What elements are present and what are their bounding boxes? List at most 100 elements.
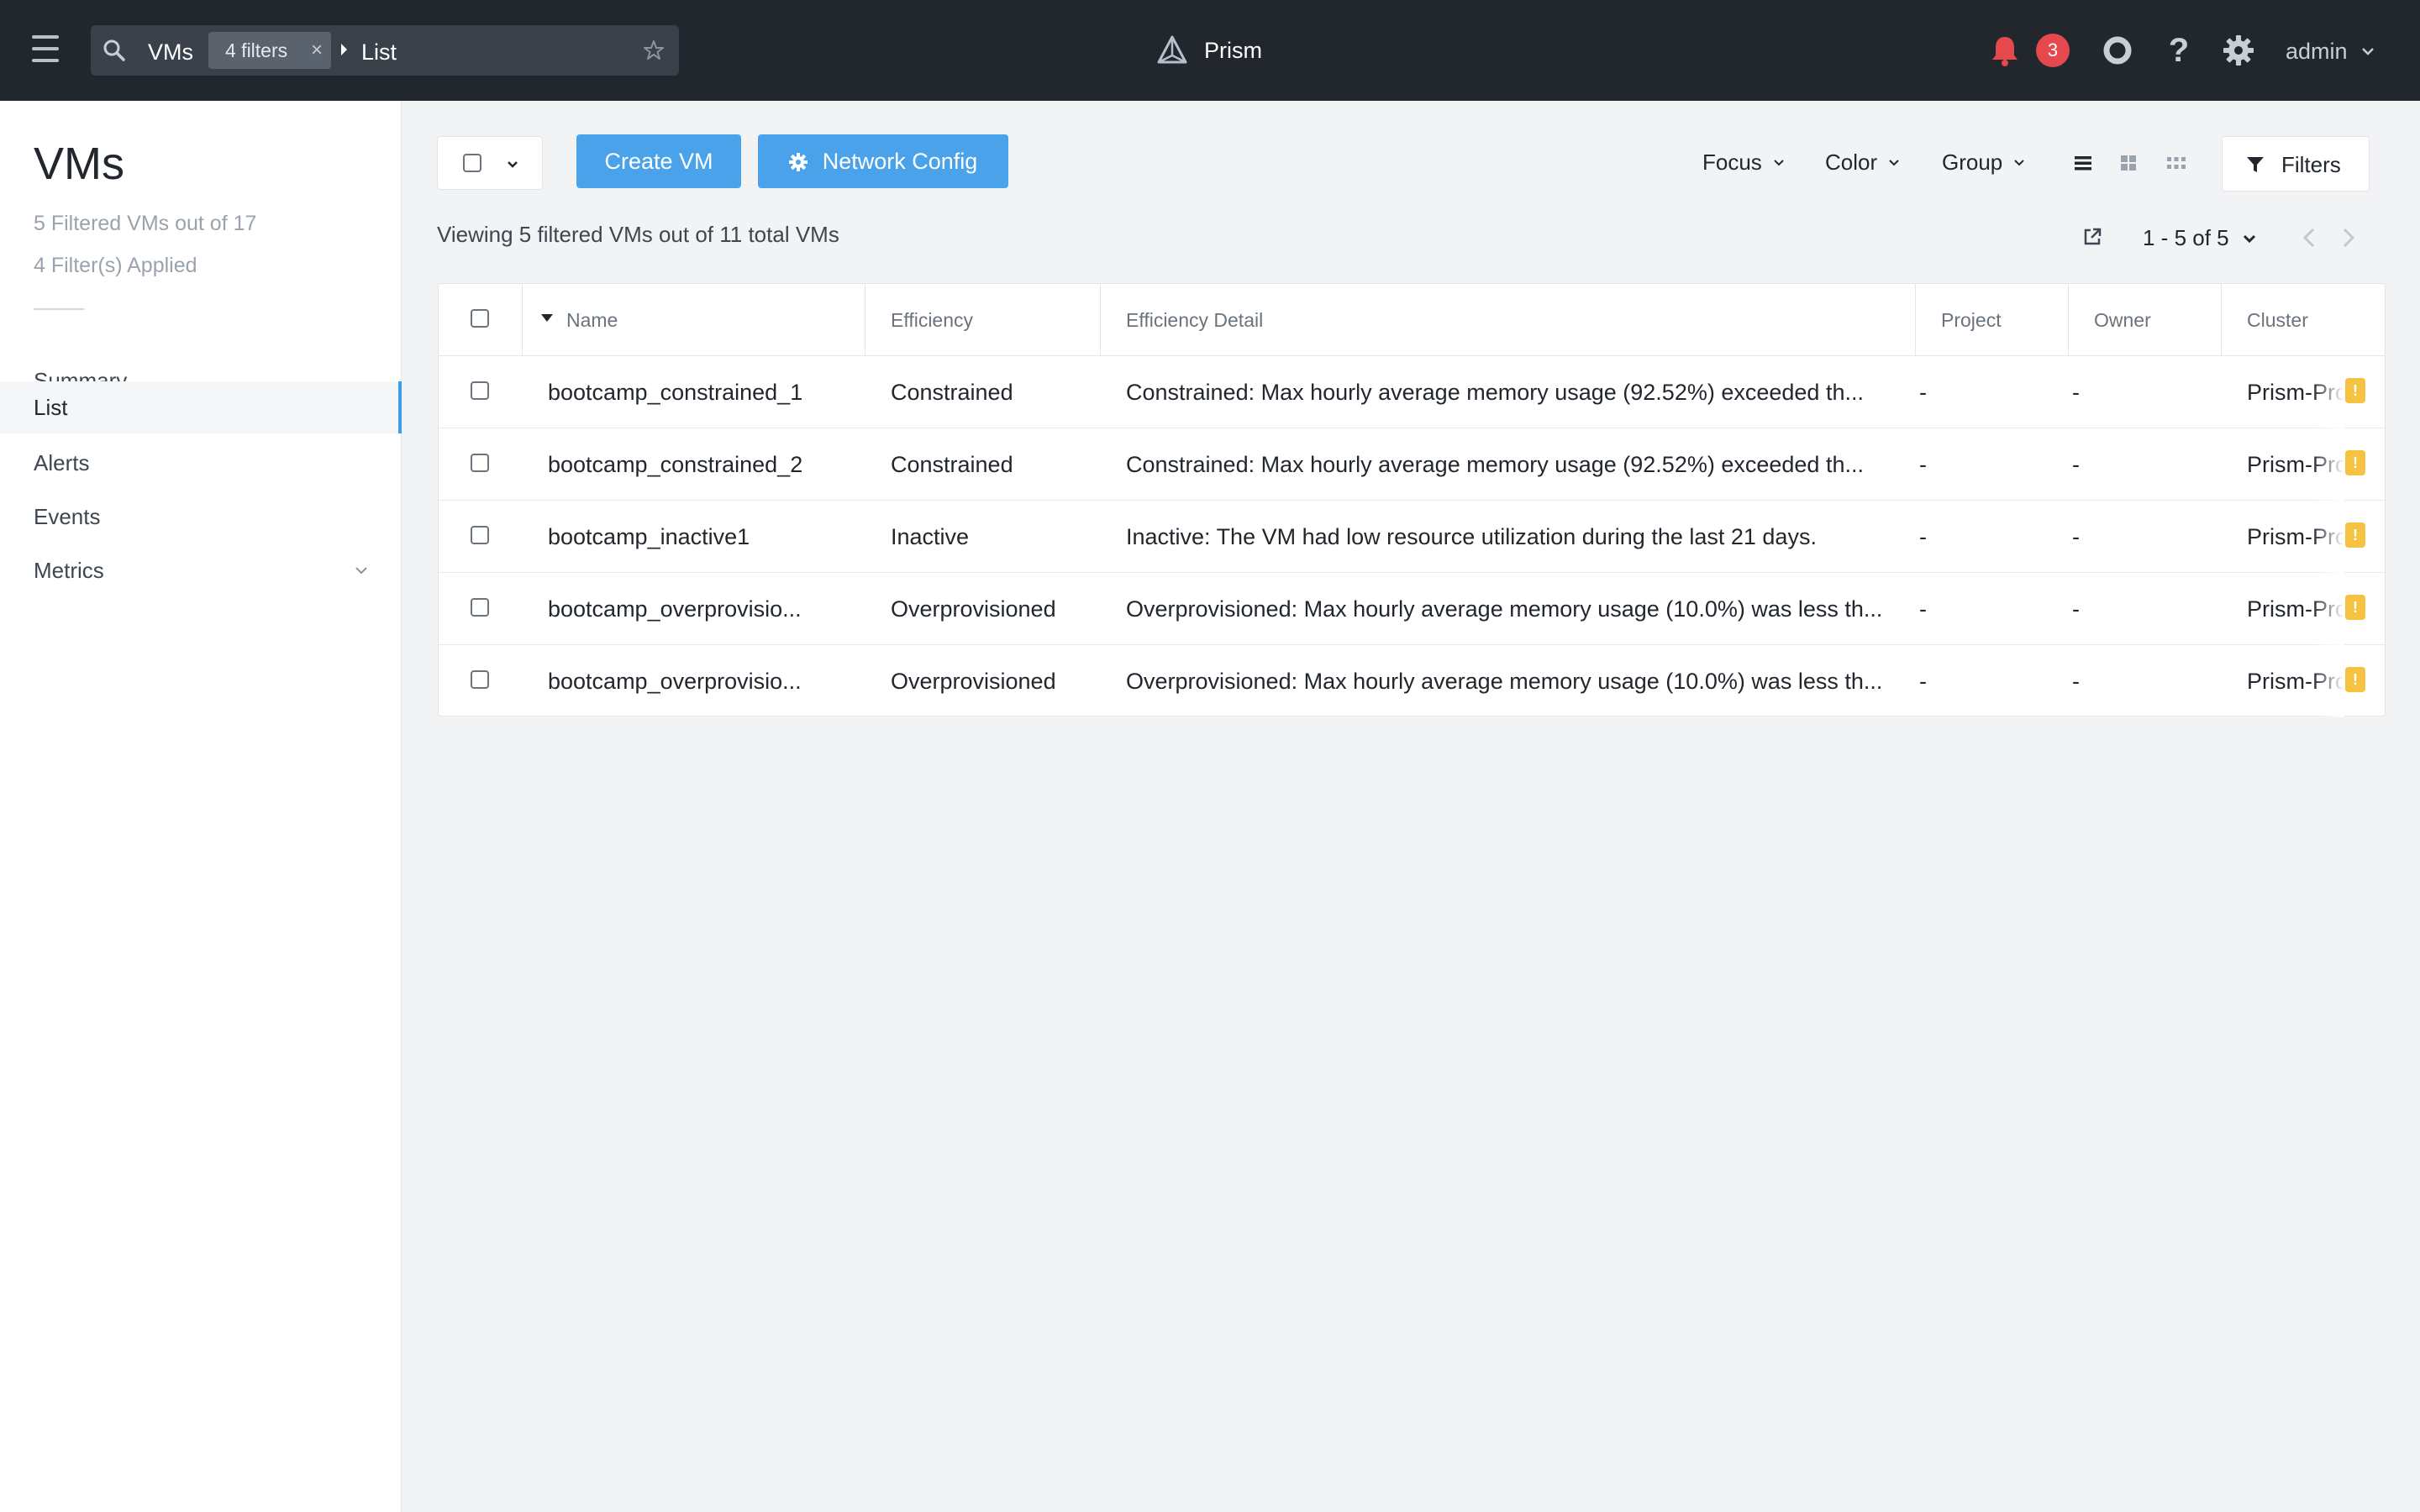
row-checkbox[interactable] (471, 526, 489, 544)
efficiency-cell: Inactive (891, 524, 970, 549)
breadcrumb-scope[interactable]: VMs (148, 39, 193, 66)
vm-table: Name Efficiency Efficiency Detail Projec… (438, 283, 2386, 717)
sidebar: VMs 5 Filtered VMs out of 17 4 Filter(s)… (0, 101, 402, 1512)
sidebar-item-metrics[interactable]: Metrics (0, 544, 402, 596)
owner-cell: - (2072, 524, 2080, 549)
row-checkbox[interactable] (471, 598, 489, 617)
table-row[interactable]: bootcamp_constrained_2 Constrained Constra… (439, 428, 2385, 501)
efficiency-detail-cell: Overprovisioned: Max hourly average memo… (1126, 669, 1883, 694)
efficiency-detail-cell: Constrained: Max hourly average memory u… (1126, 380, 1864, 405)
vm-name-cell[interactable]: bootcamp_inactive1 (548, 501, 859, 573)
color-dropdown[interactable]: Color (1825, 150, 1899, 176)
sidebar-item-alerts[interactable]: Alerts (0, 437, 402, 489)
warning-icon[interactable]: ! (2345, 522, 2365, 548)
cluster-overflow-fade (2312, 356, 2344, 428)
efficiency-cell: Constrained (891, 380, 1013, 405)
search-icon (103, 39, 125, 61)
next-page-icon[interactable] (2340, 227, 2357, 249)
user-name: admin (2286, 38, 2348, 64)
group-dropdown[interactable]: Group (1942, 150, 2024, 176)
prism-logo (1157, 35, 1187, 64)
table-row[interactable]: bootcamp_constrained_1 Constrained Constra… (439, 356, 2385, 428)
breadcrumb-view[interactable]: List (361, 39, 397, 66)
ring-icon[interactable] (2102, 35, 2133, 66)
filter-chip-close-icon[interactable]: × (311, 32, 323, 69)
bulk-select-dropdown[interactable] (437, 136, 543, 190)
vm-name-cell[interactable]: bootcamp_constrained_2 (548, 428, 859, 501)
row-select-cell (439, 573, 523, 645)
hamburger-menu-icon[interactable] (32, 35, 59, 62)
sidebar-item-events[interactable]: Events (0, 491, 402, 543)
column-header-label: Efficiency Detail (1126, 309, 1264, 331)
create-vm-button[interactable]: Create VM (576, 134, 741, 188)
cluster-overflow-fade (2312, 573, 2344, 645)
export-icon[interactable] (2082, 227, 2102, 247)
table-row[interactable]: bootcamp_inactive1 Inactive Inactive: The … (439, 501, 2385, 573)
warning-icon[interactable]: ! (2345, 595, 2365, 620)
efficiency-detail-cell: Inactive: The VM had low resource utiliz… (1126, 524, 1817, 549)
top-navigation-bar: VMs 4 filters × List Prism 3 ? admin (0, 0, 2420, 101)
warning-icon[interactable]: ! (2345, 378, 2365, 403)
network-config-label: Network Config (822, 149, 978, 174)
column-header-cluster[interactable]: Cluster (2222, 284, 2386, 356)
project-cell: - (1919, 380, 1927, 405)
chevron-down-icon (1774, 159, 1784, 165)
column-header-label: Cluster (2247, 309, 2308, 331)
warning-icon[interactable]: ! (2345, 450, 2365, 475)
chevron-down-icon (508, 161, 518, 168)
chevron-down-icon (2014, 159, 2024, 165)
star-icon[interactable] (642, 39, 666, 62)
project-cell: - (1919, 452, 1927, 477)
column-header-project[interactable]: Project (1916, 284, 2069, 356)
filters-button[interactable]: Filters (2222, 136, 2370, 192)
table-row[interactable]: bootcamp_overprovisio... Overprovisioned O… (439, 645, 2385, 717)
vm-name-cell[interactable]: bootcamp_constrained_1 (548, 356, 859, 428)
filter-chip[interactable]: 4 filters × (208, 32, 331, 69)
column-header-name[interactable]: Name (523, 284, 865, 356)
warning-icon[interactable]: ! (2345, 667, 2365, 692)
column-header-label: Owner (2094, 309, 2151, 331)
sidebar-item-label: List (34, 395, 68, 420)
efficiency-cell: Overprovisioned (891, 669, 1056, 694)
gear-icon[interactable] (2222, 34, 2255, 67)
column-header-label: Name (566, 309, 618, 331)
sidebar-item-list[interactable]: List (0, 381, 402, 433)
bell-icon[interactable] (1990, 34, 2020, 67)
grid-view-icon[interactable] (2166, 153, 2186, 173)
user-menu[interactable]: admin (2286, 34, 2375, 69)
project-cell: - (1919, 596, 1927, 622)
chevron-down-icon (1889, 159, 1899, 165)
network-config-button[interactable]: Network Config (758, 134, 1008, 188)
pagination-text: 1 - 5 of 5 (2143, 225, 2229, 250)
chevron-down-icon (355, 567, 367, 575)
owner-cell: - (2072, 669, 2080, 694)
focus-dropdown[interactable]: Focus (1702, 150, 1784, 176)
alert-count-badge[interactable]: 3 (2036, 34, 2070, 67)
focus-label: Focus (1702, 150, 1762, 175)
row-checkbox[interactable] (471, 670, 489, 689)
sort-descending-icon (541, 314, 553, 322)
column-header-owner[interactable]: Owner (2069, 284, 2222, 356)
previous-page-icon[interactable] (2301, 227, 2317, 249)
column-header-label: Project (1941, 309, 2002, 331)
header-checkbox[interactable] (471, 309, 489, 328)
search-breadcrumb-bar[interactable]: VMs 4 filters × List (91, 25, 679, 76)
tile-view-icon[interactable] (2118, 153, 2139, 173)
table-row[interactable]: bootcamp_overprovisio... Overprovisioned O… (439, 573, 2385, 645)
column-header-efficiency-detail[interactable]: Efficiency Detail (1101, 284, 1916, 356)
efficiency-detail-cell: Overprovisioned: Max hourly average memo… (1126, 596, 1883, 622)
filtered-count-text: 5 Filtered VMs out of 17 (34, 212, 257, 235)
owner-cell: - (2072, 452, 2080, 477)
column-header-efficiency[interactable]: Efficiency (865, 284, 1101, 356)
vm-name-cell[interactable]: bootcamp_overprovisio... (548, 573, 859, 645)
vm-name-cell[interactable]: bootcamp_overprovisio... (548, 645, 859, 717)
pagination-dropdown[interactable]: 1 - 5 of 5 (2143, 225, 2256, 251)
list-view-icon[interactable] (2073, 153, 2093, 173)
sidebar-item-label: Metrics (34, 558, 104, 583)
select-all-checkbox[interactable] (463, 154, 481, 172)
filter-chip-label: 4 filters (225, 39, 288, 61)
funnel-icon (2247, 157, 2264, 172)
help-icon[interactable]: ? (2164, 32, 2194, 69)
row-checkbox[interactable] (471, 454, 489, 472)
row-checkbox[interactable] (471, 381, 489, 400)
